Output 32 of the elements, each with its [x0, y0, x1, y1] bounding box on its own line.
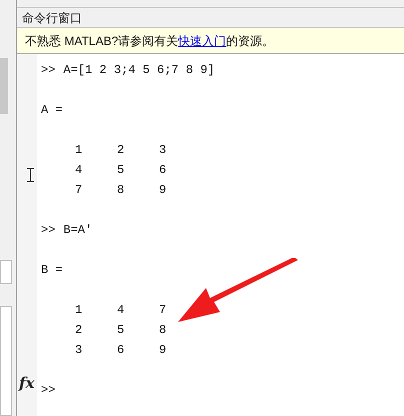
window-title: 命令行窗口 [22, 10, 82, 26]
matrix-value: 3 [159, 142, 168, 159]
matrix-value: 4 [117, 302, 126, 319]
matrix-value: 1 [75, 302, 84, 319]
output-label: B = [41, 262, 63, 279]
matrix-value: 5 [117, 162, 126, 179]
command-text: B=A' [63, 222, 92, 239]
quick-start-link[interactable]: 快速入门 [178, 34, 226, 48]
matrix-value: 2 [117, 142, 126, 159]
notice-text: 不熟悉 MATLAB?请参阅有关快速入门的资源。 [25, 32, 274, 50]
text-cursor-icon [27, 168, 34, 182]
matrix-value: 1 [75, 142, 84, 159]
side-box [0, 260, 12, 284]
output-label: A = [41, 102, 63, 119]
matrix-value: 7 [75, 182, 84, 199]
matrix-value: 3 [75, 342, 84, 359]
command-text: A=[1 2 3;4 5 6;7 8 9] [63, 62, 215, 79]
function-button[interactable]: fx [19, 376, 34, 391]
matrix-value: 8 [159, 322, 168, 339]
matrix-value: 7 [159, 302, 168, 319]
matrix-value: 2 [75, 322, 84, 339]
prompt-symbol: >> [41, 62, 56, 79]
matrix-value: 8 [117, 182, 126, 199]
matrix-value: 9 [159, 182, 168, 199]
input-prompt[interactable]: >> [41, 381, 56, 399]
matrix-value: 4 [75, 162, 84, 179]
matrix-value: 6 [159, 162, 168, 179]
matrix-value: 5 [117, 322, 126, 339]
scrollbar-thumb[interactable] [0, 58, 8, 114]
matrix-value: 9 [159, 342, 168, 359]
matrix-value: 6 [117, 342, 126, 359]
prompt-symbol: >> [41, 222, 56, 239]
